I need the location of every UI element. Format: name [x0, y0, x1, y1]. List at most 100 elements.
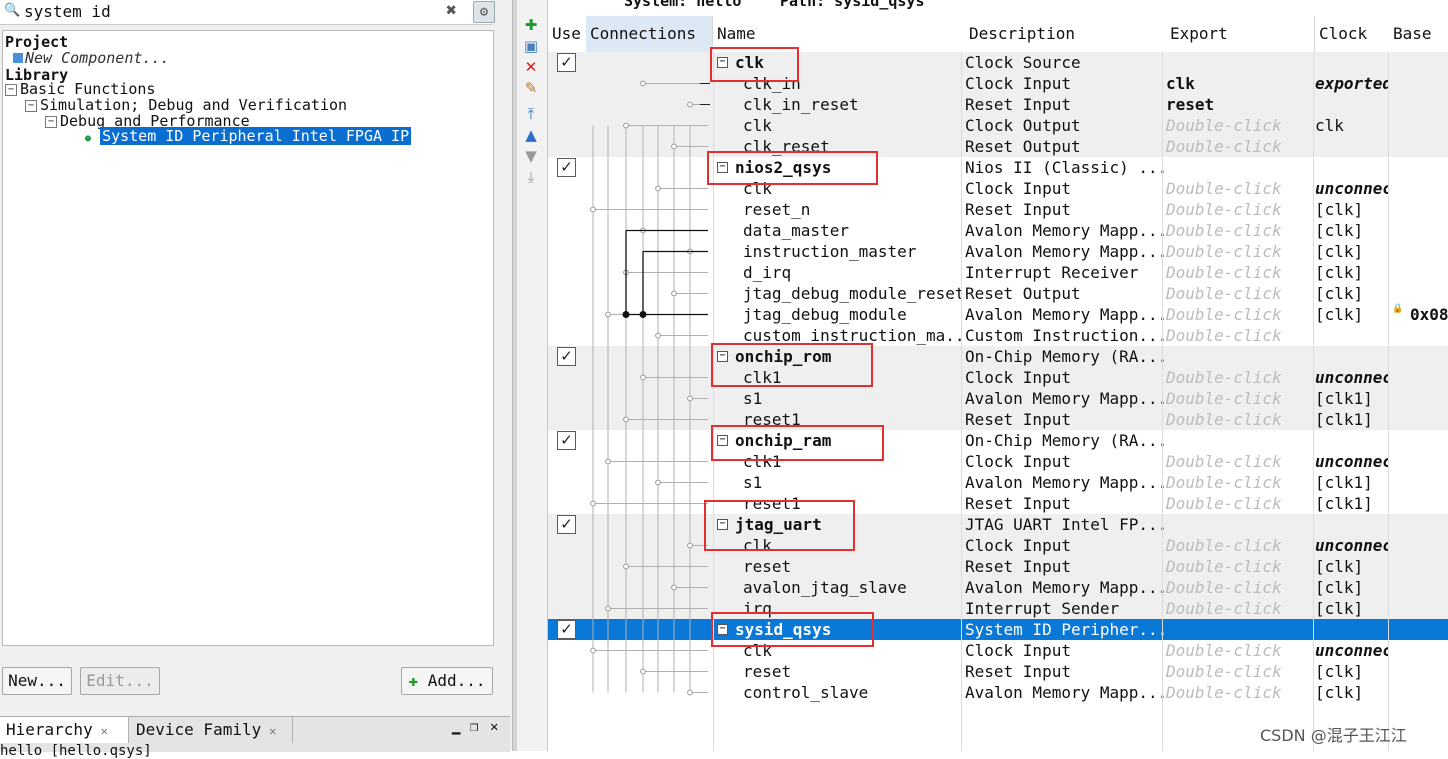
export-cell[interactable]: Double-click — [1166, 577, 1313, 598]
add-button[interactable]: ✚ Add... — [401, 667, 493, 695]
export-cell[interactable]: Double-click — [1166, 241, 1313, 262]
connection-dot[interactable] — [687, 542, 693, 549]
add-icon[interactable]: ✚ — [523, 17, 539, 33]
connection-dot[interactable] — [655, 185, 661, 192]
connection-dot[interactable] — [590, 206, 596, 213]
export-cell[interactable]: Double-click — [1166, 304, 1313, 325]
connection-dot[interactable] — [640, 374, 646, 381]
tab-hierarchy[interactable]: Hierarchy ✕ — [0, 717, 129, 743]
connection-dot[interactable] — [687, 395, 693, 402]
connection-dot[interactable] — [640, 668, 646, 675]
description-cell: Reset Input — [965, 410, 1071, 429]
search-input[interactable]: system id — [24, 2, 111, 21]
hierarchy-tab-label: Hierarchy — [6, 720, 93, 739]
new-button[interactable]: New... — [2, 667, 72, 695]
connection-dot[interactable] — [605, 458, 611, 465]
move-top-icon[interactable]: ⤒ — [523, 106, 539, 122]
project-node[interactable]: Project — [5, 34, 68, 50]
close-panel-icon[interactable]: ✕ — [490, 719, 498, 735]
connection-dot[interactable] — [590, 500, 596, 507]
clock-cell: [clk1] — [1315, 410, 1373, 429]
export-cell[interactable]: Double-click — [1166, 640, 1313, 661]
simulation-node[interactable]: − Simulation; Debug and Verification — [25, 97, 347, 113]
connection-dot[interactable] — [655, 332, 661, 339]
settings-gear-icon[interactable]: ⚙ — [473, 1, 495, 23]
connection-dot[interactable] — [622, 311, 630, 318]
column-divider — [1313, 52, 1314, 751]
export-cell[interactable]: Double-click — [1166, 598, 1313, 619]
system-id-ip-node[interactable]: ● System ID Peripheral Intel FPGA IP — [85, 127, 412, 147]
hierarchy-root[interactable]: hello [hello.qsys] — [0, 743, 152, 759]
basic-functions-node[interactable]: − Basic Functions — [5, 81, 155, 97]
connection-dot[interactable] — [671, 290, 677, 297]
subsystem-icon[interactable]: ▣ — [523, 38, 539, 54]
col-base[interactable]: Base — [1389, 16, 1448, 53]
description-cell: Avalon Memory Mapp... — [965, 473, 1165, 492]
close-icon[interactable]: ✕ — [269, 724, 276, 738]
connection-dot[interactable] — [590, 647, 596, 654]
clear-search-icon[interactable]: ✖ — [446, 0, 457, 21]
connection-dot[interactable] — [639, 311, 647, 318]
export-cell[interactable]: Double-click — [1166, 220, 1313, 241]
connection-graph[interactable] — [548, 52, 718, 751]
export-cell[interactable]: Double-click — [1166, 682, 1313, 703]
clock-cell: unconnected — [1315, 641, 1388, 660]
new-component-node[interactable]: New Component... — [13, 50, 170, 66]
col-use[interactable]: Use — [548, 16, 587, 53]
move-down-icon[interactable]: ▼ — [523, 148, 539, 164]
connection-dot[interactable] — [687, 101, 693, 108]
lock-icon[interactable]: 🔒 — [1392, 304, 1403, 314]
export-cell[interactable]: Double-click — [1166, 136, 1313, 157]
export-cell[interactable]: Double-click — [1166, 388, 1313, 409]
connection-dot[interactable] — [671, 584, 677, 591]
connection-dot[interactable] — [655, 479, 661, 486]
export-cell[interactable]: Double-click — [1166, 367, 1313, 388]
connection-dot[interactable] — [671, 143, 677, 150]
description-cell: Avalon Memory Mapp... — [965, 683, 1165, 702]
clock-cell: unconnected — [1315, 368, 1388, 387]
description-cell: Interrupt Receiver — [965, 263, 1139, 282]
export-cell[interactable]: Double-click — [1166, 178, 1313, 199]
close-icon[interactable]: ✕ — [101, 724, 108, 738]
col-connections[interactable]: Connections — [586, 16, 713, 53]
restore-icon[interactable]: ❐ — [470, 719, 478, 735]
connection-dot[interactable] — [640, 80, 646, 87]
col-clock[interactable]: Clock — [1315, 16, 1390, 53]
connection-dot[interactable] — [623, 563, 629, 570]
connection-dot[interactable] — [605, 311, 611, 318]
collapse-icon[interactable]: − — [5, 83, 17, 96]
clock-cell: [clk] — [1315, 599, 1364, 618]
export-cell[interactable]: Double-click — [1166, 262, 1313, 283]
export-cell[interactable]: Double-click — [1166, 451, 1313, 472]
move-up-icon[interactable]: ▲ — [523, 127, 539, 143]
connection-dot[interactable] — [605, 605, 611, 612]
move-bottom-icon[interactable]: ⤓ — [523, 169, 539, 185]
export-cell[interactable]: Double-click — [1166, 556, 1313, 577]
collapse-icon[interactable]: − — [45, 115, 57, 128]
edit-icon[interactable]: ✎ — [523, 80, 539, 96]
col-export[interactable]: Export — [1166, 16, 1315, 53]
export-cell[interactable]: Double-click — [1166, 283, 1313, 304]
col-description[interactable]: Description — [965, 16, 1167, 53]
export-cell[interactable]: Double-click — [1166, 325, 1313, 346]
watermark: CSDN @混子王江江 — [1260, 726, 1407, 745]
export-cell[interactable]: Double-click — [1166, 409, 1313, 430]
export-cell[interactable]: Double-click — [1166, 472, 1313, 493]
connection-dot[interactable] — [687, 689, 693, 696]
remove-icon[interactable]: ✕ — [523, 59, 539, 75]
export-cell[interactable]: Double-click — [1166, 199, 1313, 220]
export-cell[interactable]: Double-click — [1166, 115, 1313, 136]
export-cell[interactable]: Double-click — [1166, 535, 1313, 556]
interface-name: jtag_debug_module — [743, 305, 907, 324]
edit-button[interactable]: Edit... — [80, 667, 160, 695]
connection-dot[interactable] — [623, 416, 629, 423]
interface-name: control_slave — [743, 683, 869, 702]
export-cell[interactable]: Double-click — [1166, 493, 1313, 514]
collapse-icon[interactable]: − — [25, 99, 37, 112]
tab-device-family[interactable]: Device Family ✕ — [130, 717, 293, 743]
minimize-icon[interactable]: ▁ — [452, 719, 460, 735]
connection-dot[interactable] — [623, 122, 629, 129]
export-cell[interactable]: Double-click — [1166, 661, 1313, 682]
interface-name: reset — [743, 662, 792, 681]
clock-cell: [clk] — [1315, 263, 1364, 282]
